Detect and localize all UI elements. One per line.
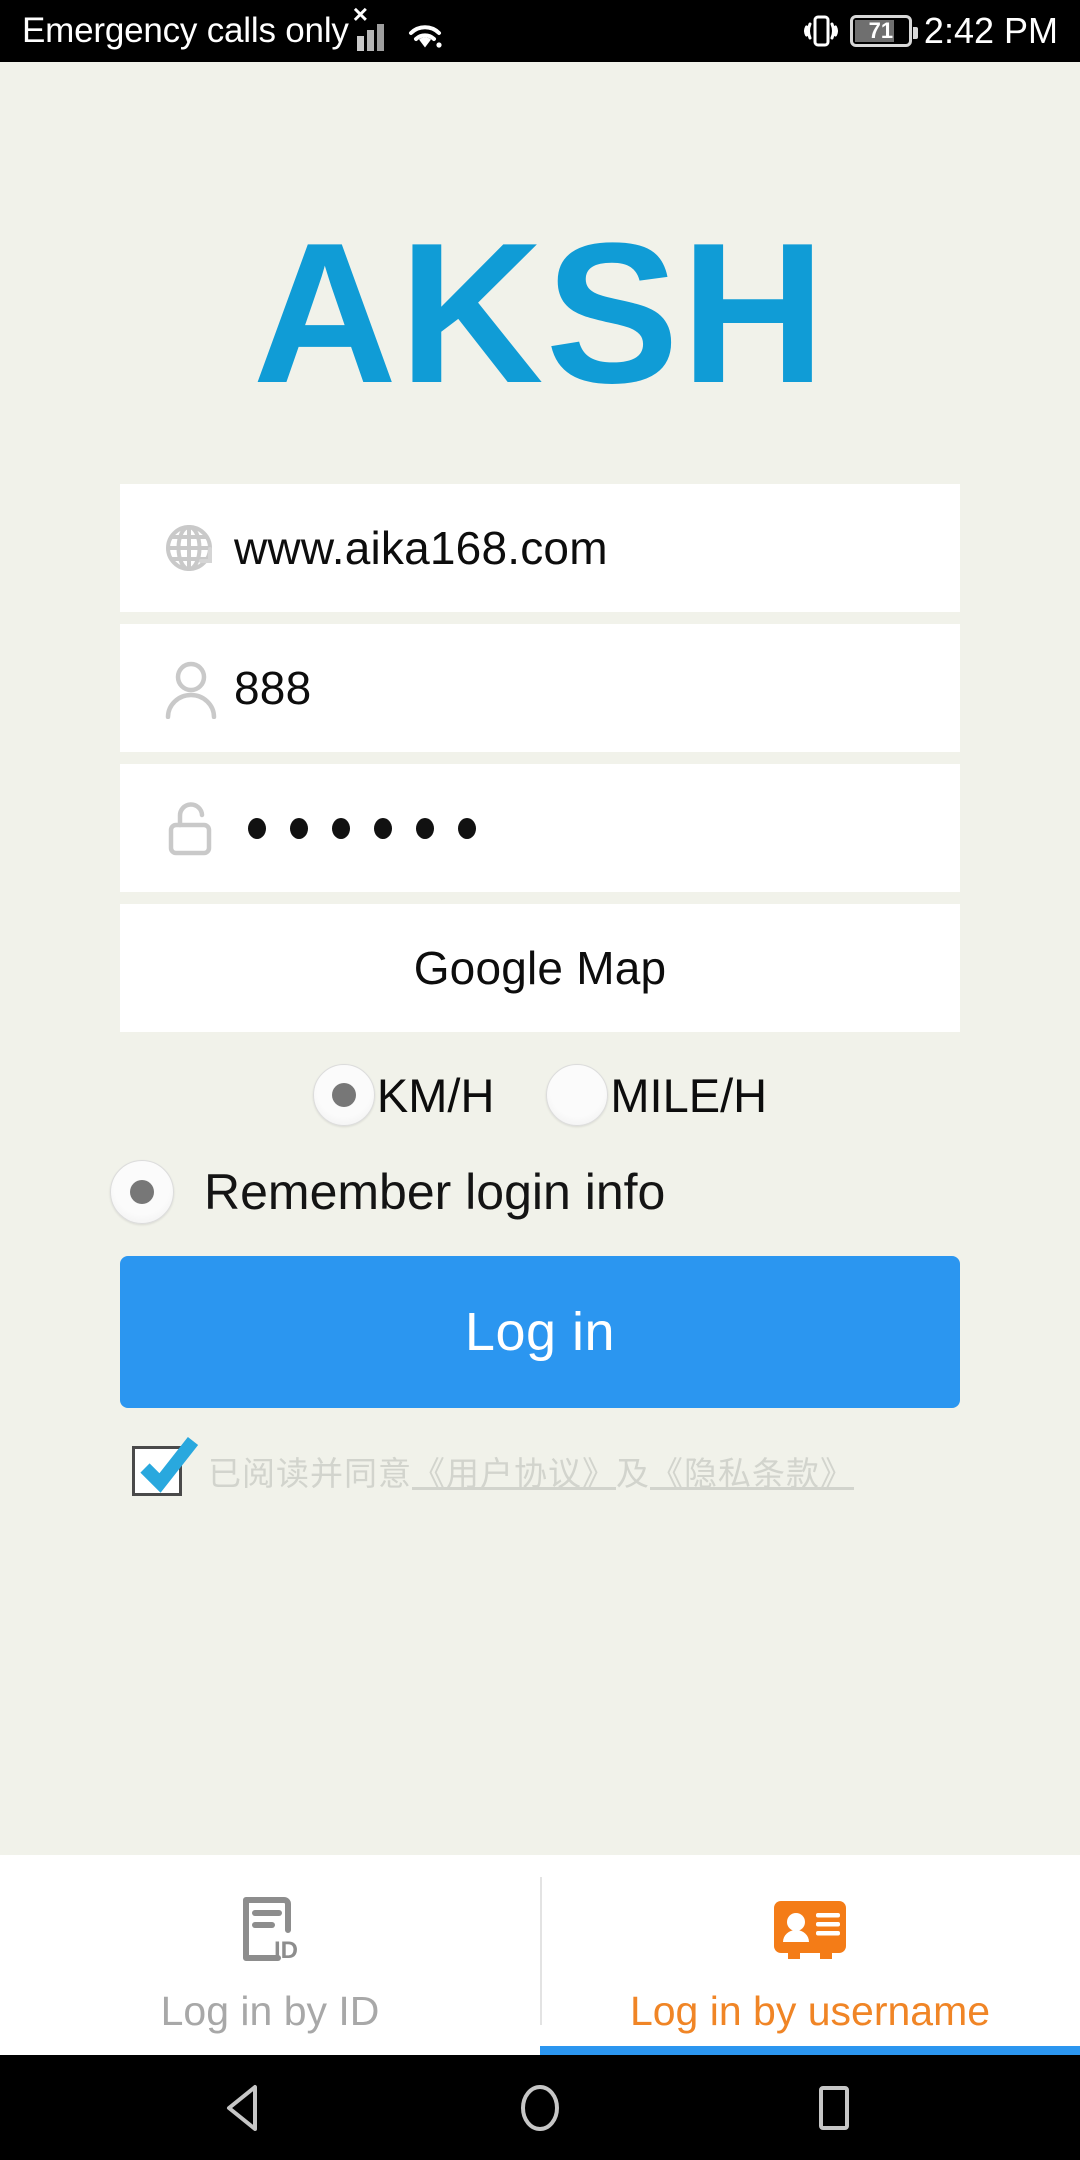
status-bar-right: 71 2:42 PM (803, 10, 1058, 51)
wifi-icon (405, 17, 445, 51)
id-card-document-icon: ID (238, 1882, 302, 1978)
battery-icon: 71 (849, 15, 918, 47)
username-field[interactable]: 888 (120, 624, 960, 752)
globe-icon (148, 520, 234, 576)
carrier-label: Emergency calls only (22, 11, 349, 50)
signal-bars-no-service-icon: × (353, 1, 399, 51)
tab-login-by-username-label: Log in by username (629, 1987, 991, 2034)
user-agreement-link[interactable]: 《用户协议》 (412, 1455, 616, 1492)
svg-text:ID: ID (274, 1937, 298, 1964)
phone-screen: Emergency calls only × 71 2:42 PM AKSH w… (0, 0, 1080, 2160)
back-triangle-icon[interactable] (214, 2076, 278, 2140)
vibrate-icon (803, 11, 838, 51)
login-button[interactable]: Log in (120, 1256, 960, 1408)
agreement-row[interactable]: 已阅读并同意《用户协议》及《隐私条款》 (132, 1436, 1080, 1496)
android-navigation-bar (0, 2055, 1080, 2160)
login-screen-content: AKSH www.aika168.com 888 Google Map KM/H… (0, 62, 1080, 1755)
speed-unit-radio-group: KM/H MILE/H (0, 1064, 1080, 1126)
no-service-x-icon: × (352, 0, 368, 29)
agreement-checkbox[interactable] (132, 1436, 199, 1496)
home-circle-icon[interactable] (508, 2076, 572, 2140)
map-provider-select[interactable]: Google Map (120, 904, 960, 1032)
id-badge-icon (770, 1882, 850, 1978)
battery-level-label: 71 (868, 18, 894, 43)
recents-square-icon[interactable] (802, 2076, 866, 2140)
server-url-value: www.aika168.com (234, 522, 608, 574)
unlock-icon (148, 797, 234, 859)
status-bar-left: Emergency calls only × (22, 1, 804, 51)
radio-kmh-label: KM/H (376, 1068, 495, 1122)
privacy-policy-link[interactable]: 《隐私条款》 (650, 1455, 854, 1492)
clock-label: 2:42 PM (923, 10, 1058, 51)
login-form: www.aika168.com 888 Google Map KM/H MILE… (0, 484, 1080, 1496)
map-provider-value: Google Map (413, 942, 667, 994)
remember-login-row[interactable]: Remember login info (110, 1160, 1080, 1224)
password-masked-value (234, 817, 476, 839)
radio-mileh-label: MILE/H (610, 1068, 768, 1122)
tab-login-by-id-label: Log in by ID (160, 1987, 380, 2034)
bottom-tab-bar: ID Log in by ID Log in by username (0, 1855, 1080, 2055)
username-value: 888 (234, 662, 312, 714)
app-logo: AKSH (252, 202, 828, 425)
password-field[interactable] (120, 764, 960, 892)
radio-mileh[interactable] (546, 1064, 609, 1126)
status-bar: Emergency calls only × 71 2:42 PM (0, 0, 1080, 62)
agreement-middle: 及 (616, 1455, 650, 1492)
tab-login-by-username[interactable]: Log in by username (540, 1855, 1080, 2055)
speed-unit-option-kmh[interactable]: KM/H (312, 1064, 495, 1126)
active-tab-indicator (540, 2046, 1080, 2055)
radio-kmh[interactable] (312, 1064, 375, 1126)
agreement-text[interactable]: 已阅读并同意《用户协议》及《隐私条款》 (208, 1447, 854, 1495)
checkmark-icon (137, 1436, 199, 1493)
speed-unit-option-mileh[interactable]: MILE/H (546, 1064, 767, 1126)
tab-login-by-id[interactable]: ID Log in by ID (0, 1855, 540, 2055)
person-icon (148, 657, 234, 719)
server-url-field[interactable]: www.aika168.com (120, 484, 960, 612)
agreement-prefix: 已阅读并同意 (208, 1455, 412, 1492)
remember-login-radio[interactable] (110, 1160, 174, 1224)
remember-login-label: Remember login info (204, 1164, 666, 1220)
